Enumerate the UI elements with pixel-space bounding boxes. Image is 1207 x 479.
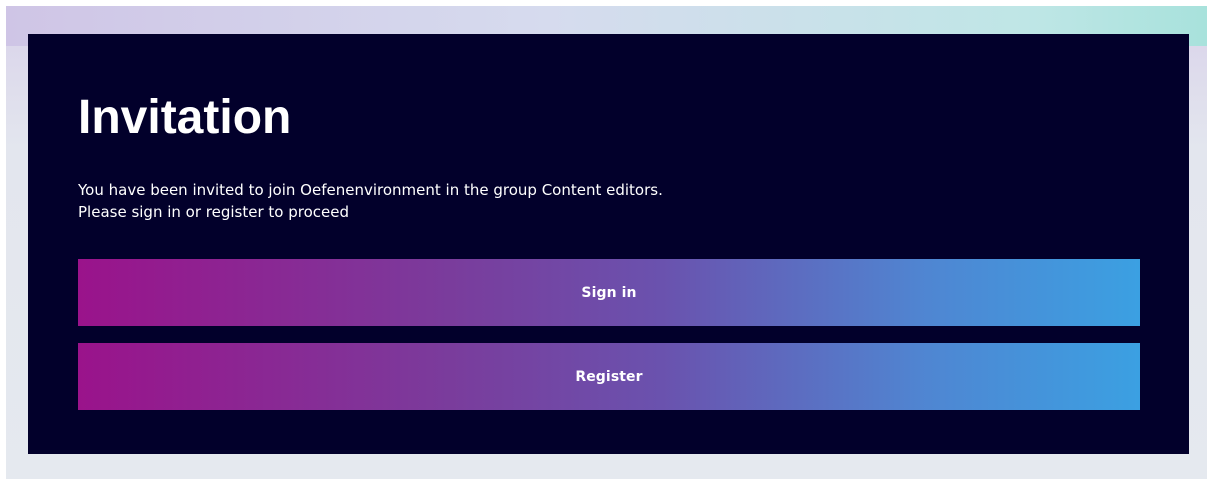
page-background: Invitation You have been invited to join…: [6, 6, 1207, 479]
invitation-message-line-1: You have been invited to join Oefenenvir…: [78, 181, 663, 199]
register-button[interactable]: Register: [78, 343, 1140, 410]
sign-in-button[interactable]: Sign in: [78, 259, 1140, 326]
invitation-card: Invitation You have been invited to join…: [28, 34, 1189, 454]
invitation-message-line-2: Please sign in or register to proceed: [78, 203, 349, 221]
invitation-message: You have been invited to join Oefenenvir…: [78, 179, 663, 223]
page-title: Invitation: [78, 91, 292, 144]
